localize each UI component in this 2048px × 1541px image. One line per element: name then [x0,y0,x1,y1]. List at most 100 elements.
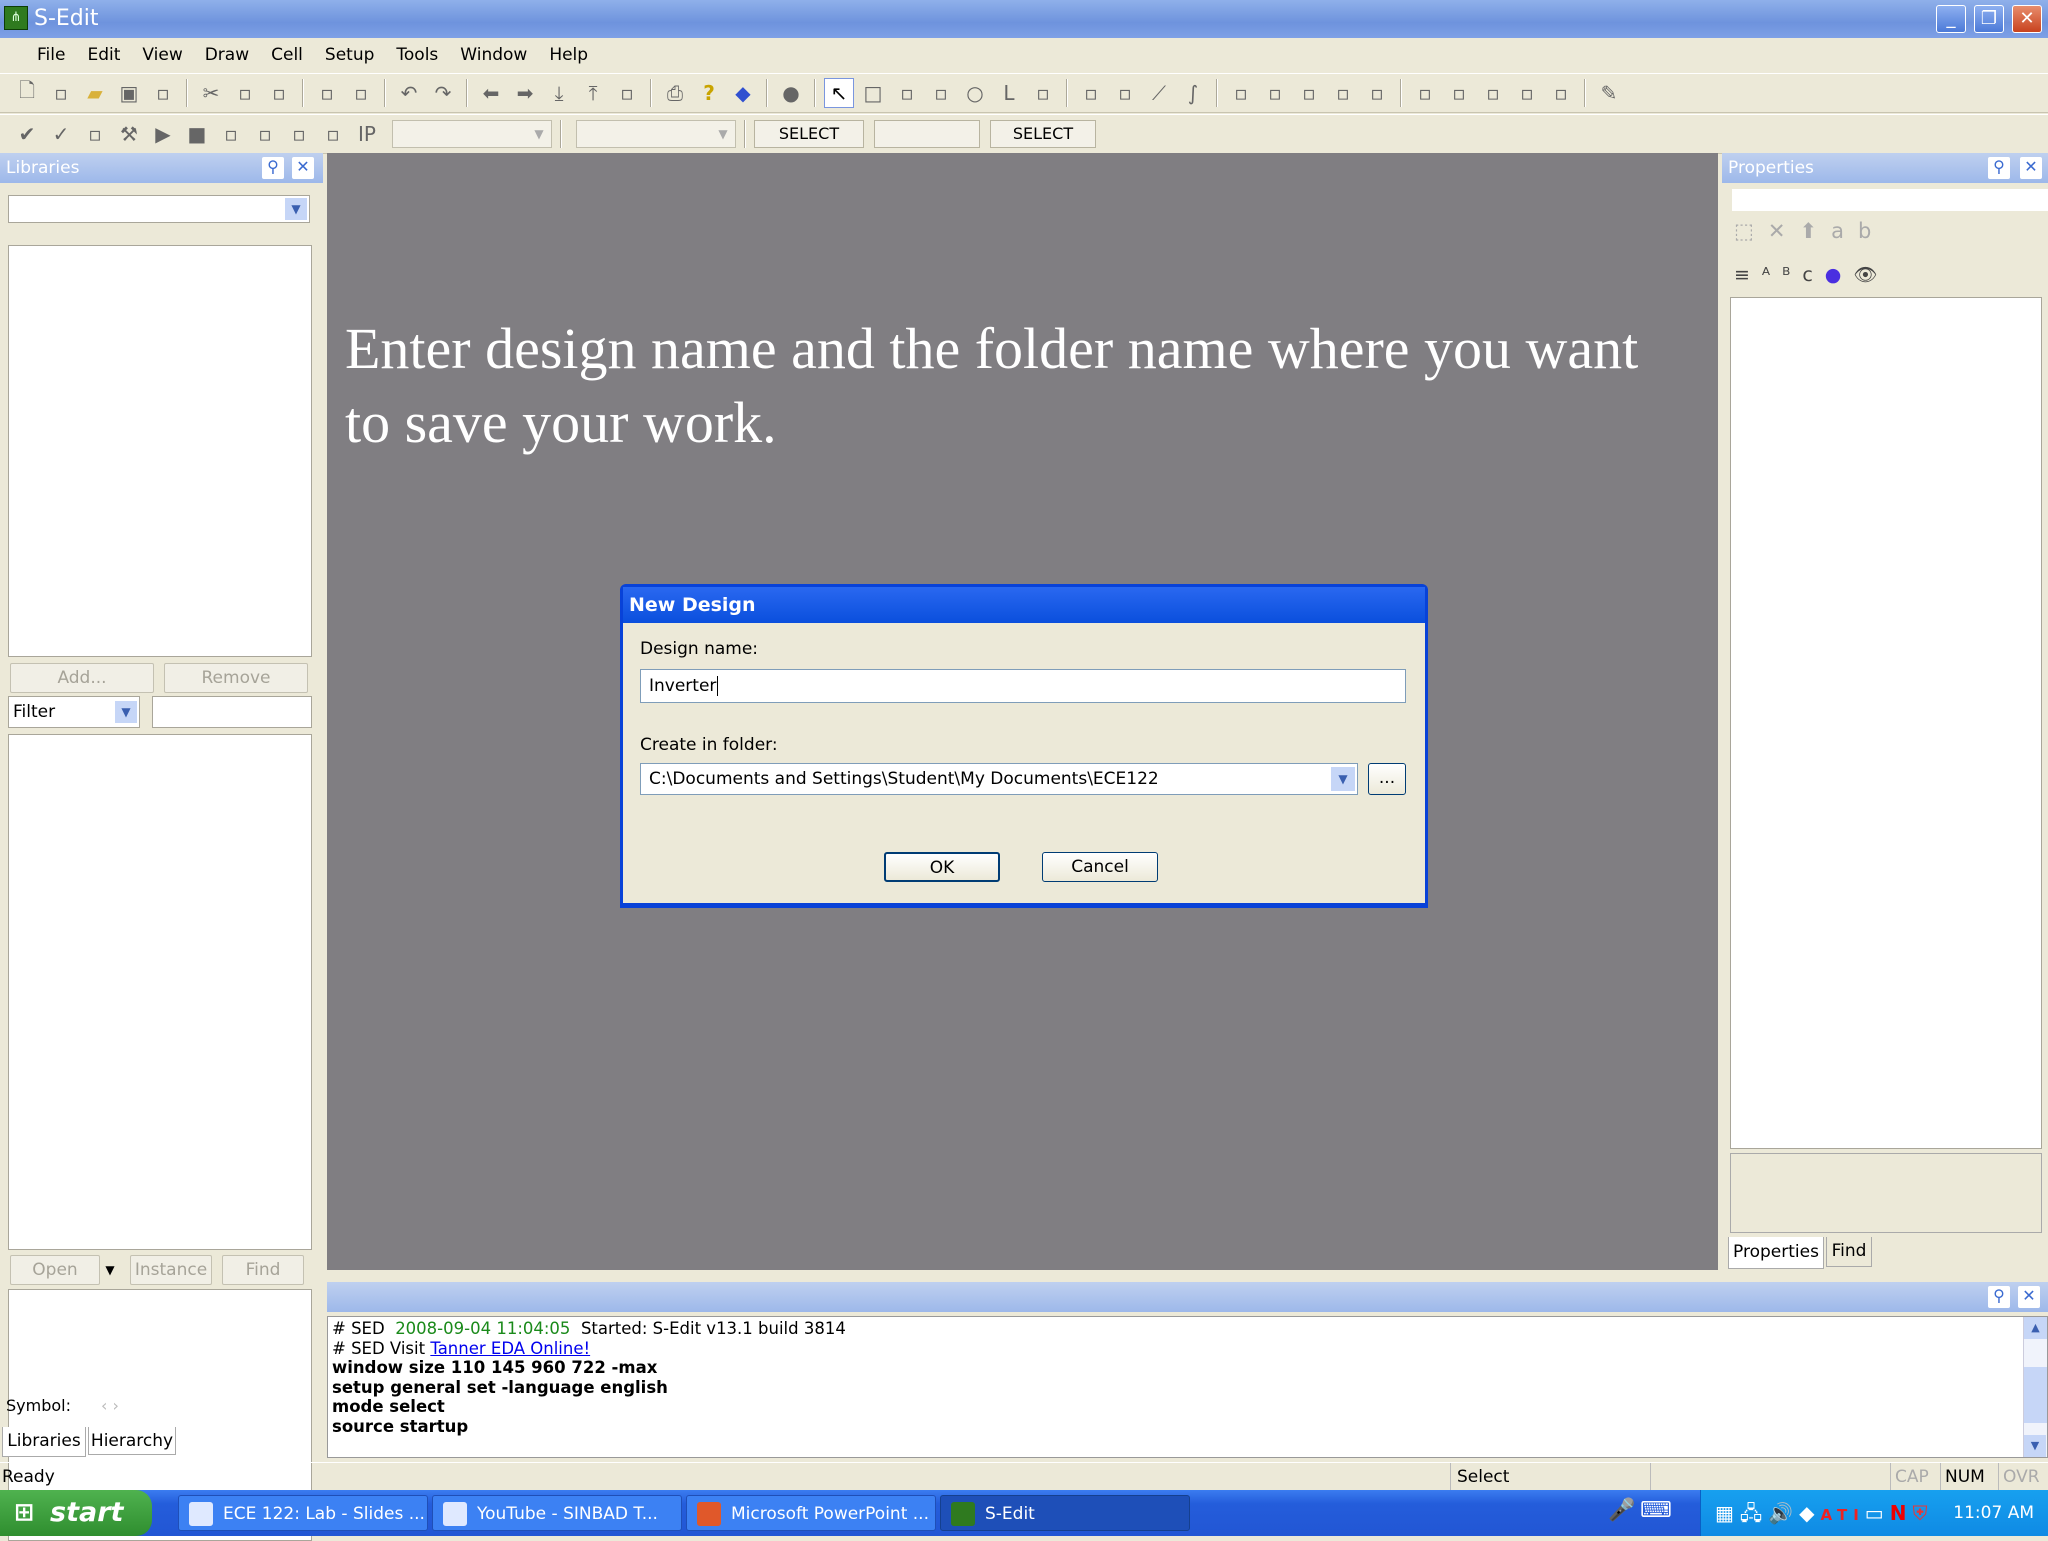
sort-b-icon[interactable]: b [1858,219,1885,243]
scroll-up-icon[interactable]: ▲ [2024,1317,2047,1339]
filter-select[interactable]: Filter ▼ [8,696,140,728]
menu-tools[interactable]: Tools [385,45,449,65]
probe-i-icon[interactable]: ▫ [284,119,314,149]
check-light-icon[interactable]: ✓ [46,119,76,149]
minimize-button[interactable]: _ [1936,5,1966,33]
remove-library-button[interactable]: Remove [164,663,308,693]
task-powerpoint[interactable]: Microsoft PowerPoint ... [686,1495,936,1531]
netlabel-icon[interactable]: ▫ [1362,78,1392,108]
menu-window[interactable]: Window [449,45,538,65]
global-icon[interactable]: ▫ [1546,78,1576,108]
net-icon[interactable]: ▫ [1260,78,1290,108]
orthogonal-icon[interactable]: ▫ [1076,78,1106,108]
save-icon[interactable]: ▣ [114,78,144,108]
scroll-thumb[interactable] [2024,1367,2047,1423]
tab-libraries[interactable]: Libraries [2,1427,86,1457]
rectangle-icon[interactable]: □ [858,78,888,108]
pin-icon[interactable]: ⚲ [262,157,284,179]
paste-icon[interactable]: ▫ [264,78,294,108]
folder-combo[interactable]: C:\Documents and Settings\Student\My Doc… [640,763,1358,795]
schematic-icon[interactable]: ▫ [346,78,376,108]
in-port-icon[interactable]: ▫ [1410,78,1440,108]
wire-icon[interactable]: ▫ [926,78,956,108]
tanner-link[interactable]: Tanner EDA Online! [430,1339,590,1358]
run-icon[interactable]: ▶ [148,119,178,149]
new-view-icon[interactable]: ▫ [46,78,76,108]
ok-button[interactable]: OK [884,852,1000,882]
restore-button[interactable]: ❐ [1974,5,2004,33]
menu-edit[interactable]: Edit [76,45,131,65]
close-icon[interactable]: ✕ [292,157,314,179]
menu-draw[interactable]: Draw [194,45,260,65]
copy-icon[interactable]: ▫ [230,78,260,108]
browse-folder-button[interactable]: ... [1368,763,1406,795]
pin-icon[interactable]: ⚲ [1988,157,2010,179]
cut-icon[interactable]: ✂ [196,78,226,108]
out-port-icon[interactable]: ▫ [1444,78,1474,108]
add-library-button[interactable]: Add... [10,663,154,693]
probe-v-icon[interactable]: ▫ [250,119,280,149]
sort-a-icon[interactable]: a [1831,219,1858,243]
toolbar-combo-2[interactable]: ▼ [576,120,736,148]
menu-help[interactable]: Help [538,45,599,65]
open-cell-button[interactable]: Open [10,1255,100,1285]
push-icon[interactable]: ⤓ [544,78,574,108]
close-icon[interactable]: ✕ [2018,1286,2040,1308]
circle-icon[interactable]: ○ [960,78,990,108]
color-icon[interactable]: ● [1825,264,1854,286]
book-icon[interactable]: ◆ [728,78,758,108]
pin-icon[interactable]: ⚲ [1988,1286,2010,1308]
pen-icon[interactable]: ✎ [1594,78,1624,108]
check-icon[interactable]: ✔ [12,119,42,149]
pointer-icon[interactable]: ↖ [824,78,854,108]
visibility-icon[interactable]: 👁 [1853,264,1889,286]
library-list[interactable] [8,245,312,657]
analyze-icon[interactable]: ▫ [216,119,246,149]
bus-icon[interactable]: ▫ [1226,78,1256,108]
design-name-input[interactable]: Inverter [640,669,1406,703]
page-icon[interactable]: ▫ [612,78,642,108]
redo-icon[interactable]: ↷ [428,78,458,108]
open-folder-icon[interactable]: ▰ [80,78,110,108]
tray-icons[interactable]: ▦🖧🔊◆ATI▭N⛨ [1715,1501,1933,1525]
select-mode-box[interactable]: SELECT [754,120,864,148]
corner-icon[interactable]: ▫ [1110,78,1140,108]
stop-icon[interactable]: ■ [182,119,212,149]
extract-icon[interactable]: ▫ [80,119,110,149]
build-icon[interactable]: ⚒ [114,119,144,149]
microphone-icon[interactable]: 🎤 [1608,1498,1635,1523]
delete-icon[interactable]: ✕ [1768,219,1800,243]
find-cell-button[interactable]: Find [222,1255,304,1285]
task-ece122-slides[interactable]: ECE 122: Lab - Slides ... [178,1495,428,1531]
instance-button[interactable]: Instance [130,1255,212,1285]
up-icon[interactable]: ⬆ [1799,219,1831,243]
tab-properties[interactable]: Properties [1728,1237,1824,1269]
curve-icon[interactable]: ∫ [1178,78,1208,108]
close-button[interactable]: ✕ [2012,5,2042,33]
dot-icon[interactable]: ● [776,78,806,108]
back-icon[interactable]: ⬅ [476,78,506,108]
forward-icon[interactable]: ➡ [510,78,540,108]
properties-grid[interactable] [1730,297,2042,1149]
menu-view[interactable]: View [131,45,193,65]
tab-find[interactable]: Find [1826,1237,1872,1267]
toolbar-combo-1[interactable]: ▼ [392,120,552,148]
polygon-icon[interactable]: ▫ [892,78,922,108]
menu-file[interactable]: File [26,45,76,65]
task-youtube[interactable]: YouTube - SINBAD T... [432,1495,682,1531]
label-icon[interactable]: L [994,78,1024,108]
undo-icon[interactable]: ↶ [394,78,424,108]
open-view-icon[interactable]: ▫ [312,78,342,108]
port-icon[interactable]: ▫ [1328,78,1358,108]
close-icon[interactable]: ✕ [2020,157,2042,179]
filter-input[interactable] [152,696,312,728]
ip-icon[interactable]: IP [352,119,382,149]
command-output[interactable]: # SED 2008-09-04 11:04:05 Started: S-Edi… [327,1316,2048,1458]
open-dropdown-icon[interactable]: ▼ [100,1255,120,1285]
menu-cell[interactable]: Cell [260,45,314,65]
bidir-port-icon[interactable]: ▫ [1478,78,1508,108]
text-abc-icon[interactable]: ᴬᴮc [1762,264,1825,286]
new-file-icon[interactable]: 🗋 [12,78,42,108]
task-s-edit[interactable]: S-Edit [940,1495,1190,1531]
print-icon[interactable]: ⎙ [660,78,690,108]
